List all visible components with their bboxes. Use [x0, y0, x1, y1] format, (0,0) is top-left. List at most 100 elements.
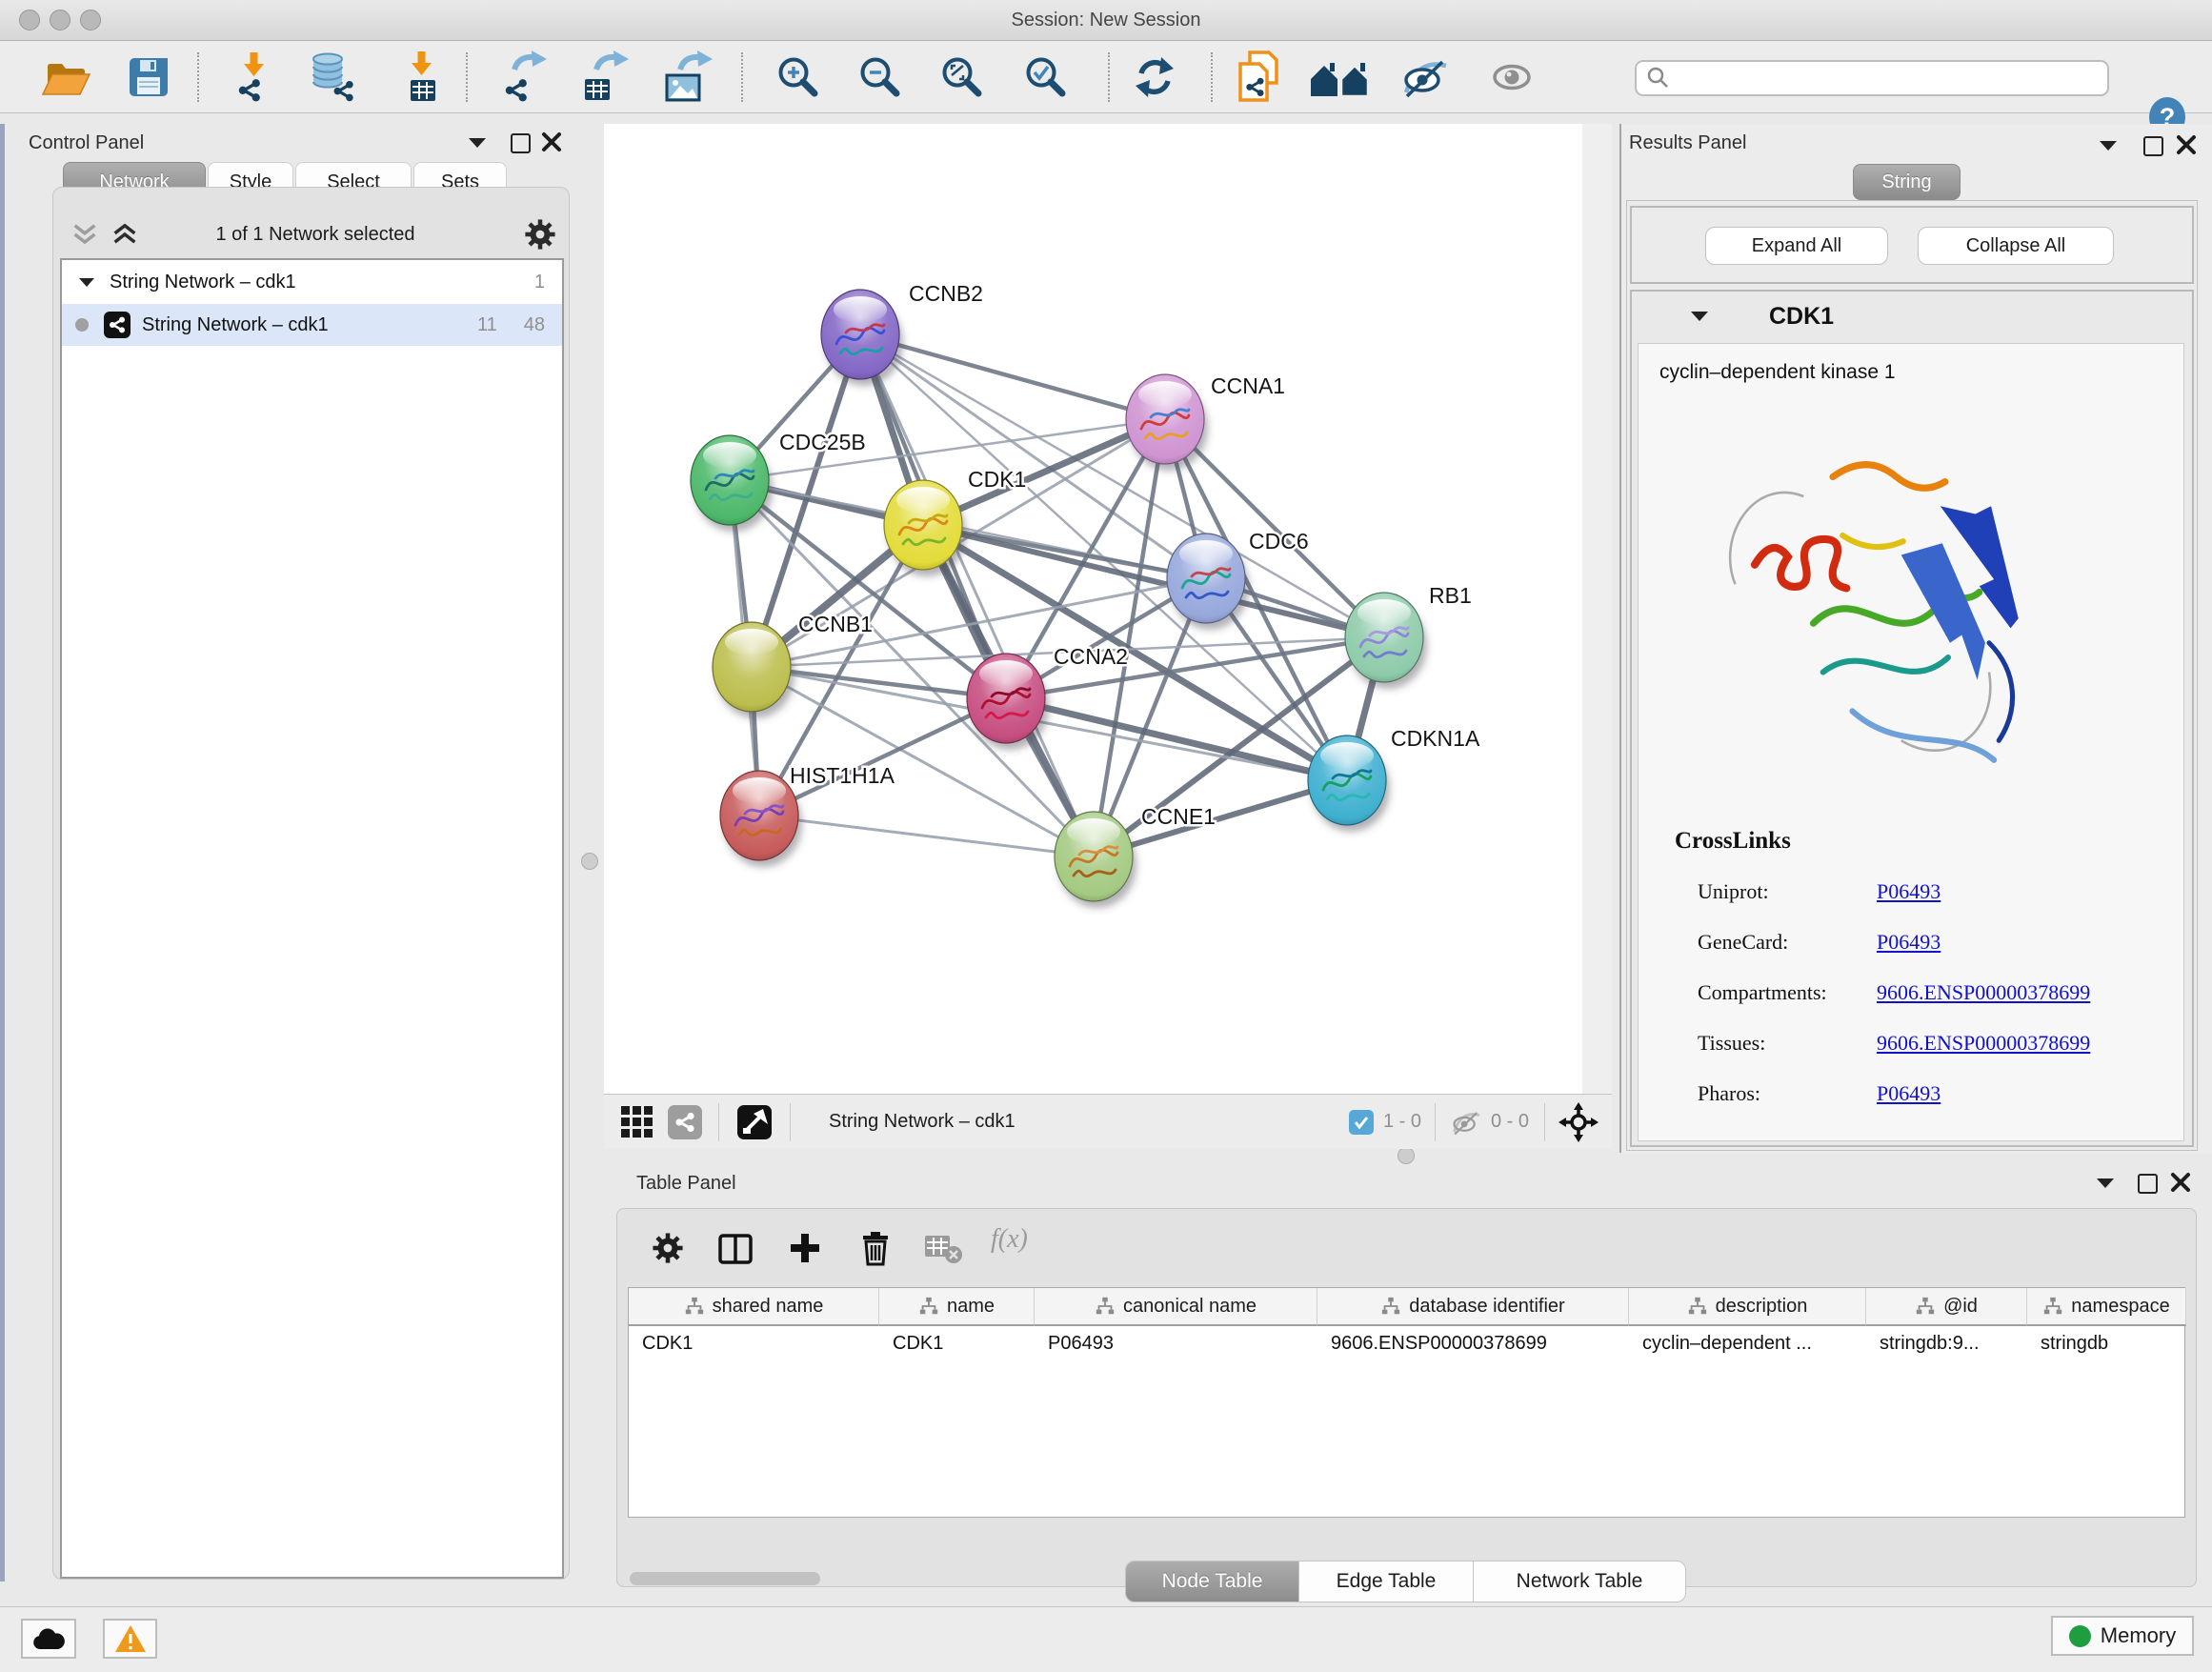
crosslink-link[interactable]: 9606.ENSP00000378699	[1877, 1031, 2090, 1056]
first-neighbors-button[interactable]	[1309, 50, 1376, 104]
gene-section-header[interactable]: CDK1	[1632, 292, 2192, 341]
network-edge[interactable]	[759, 698, 1006, 816]
show-all-button[interactable]	[1488, 50, 1536, 104]
panel-float-icon[interactable]	[2138, 1174, 2158, 1194]
panel-close-icon[interactable]	[2170, 1172, 2191, 1193]
birds-eye-view-icon[interactable]	[736, 1104, 773, 1140]
warnings-button[interactable]	[103, 1619, 157, 1659]
panel-menu-icon[interactable]	[469, 138, 486, 148]
network-graph[interactable]: CCNB2CCNA1CDC25BCDK1CDC6RB1CCNB1CCNA2CDK…	[604, 124, 1582, 1094]
network-options-gear-icon[interactable]	[524, 218, 556, 251]
network-edge[interactable]	[860, 334, 1094, 856]
network-node[interactable]: CCNE1	[1055, 804, 1216, 908]
network-row-selected[interactable]: String Network – cdk1 11 48	[62, 304, 562, 346]
expand-all-button[interactable]: Expand All	[1705, 227, 1888, 265]
tab-network-table[interactable]: Network Table	[1474, 1561, 1685, 1601]
network-collection-row[interactable]: String Network – cdk1 1	[62, 262, 562, 302]
refresh-button[interactable]	[1130, 50, 1179, 104]
zoom-in-button[interactable]	[774, 50, 821, 104]
zoom-selected-button[interactable]	[1021, 50, 1069, 104]
table-horizontal-scrollbar[interactable]	[630, 1572, 820, 1585]
network-node[interactable]: HIST1H1A	[720, 763, 895, 867]
crosslink-label: Tissues:	[1698, 1031, 1877, 1056]
table-cell[interactable]: 9606.ENSP00000378699	[1331, 1326, 1623, 1360]
show-columns-icon[interactable]	[718, 1234, 753, 1264]
hide-selected-button[interactable]	[1398, 50, 1452, 104]
export-image-button[interactable]	[659, 50, 713, 104]
network-node[interactable]: CDK1	[884, 467, 1026, 576]
expand-all-icon[interactable]	[111, 222, 139, 247]
network-node[interactable]: CCNB2	[821, 281, 983, 386]
network-node[interactable]: CCNB1	[713, 612, 873, 718]
tab-string[interactable]: String	[1853, 164, 1961, 200]
column-header[interactable]: database identifier	[1317, 1288, 1629, 1326]
table-cell[interactable]: stringdb:9...	[1880, 1326, 2021, 1360]
table-cell[interactable]: stringdb	[2041, 1326, 2181, 1360]
table-options-gear-icon[interactable]	[652, 1232, 684, 1264]
pan-crosshair-icon[interactable]	[1558, 1102, 1599, 1142]
delete-column-trash-icon[interactable]	[859, 1230, 892, 1266]
table-panel: Table Panel f(x) shared nameCDK1nameCDK1…	[604, 1158, 2212, 1606]
crosslink-link[interactable]: P06493	[1877, 930, 1941, 955]
cloud-status-button[interactable]	[21, 1619, 76, 1659]
grid-view-icon[interactable]	[619, 1104, 655, 1140]
crosslink-link[interactable]: P06493	[1877, 1081, 1941, 1106]
column-header[interactable]: name	[879, 1288, 1035, 1326]
node-count: 11	[477, 314, 497, 336]
open-session-button[interactable]	[40, 50, 91, 104]
panel-menu-icon[interactable]	[2100, 141, 2117, 151]
section-collapse-icon[interactable]	[1691, 312, 1708, 321]
column-type-icon	[918, 1296, 939, 1317]
table-cell[interactable]: CDK1	[642, 1326, 874, 1360]
crosslink-row: GeneCard:P06493	[1698, 917, 2155, 967]
table-cell[interactable]: P06493	[1048, 1326, 1312, 1360]
column-header[interactable]: @id	[1866, 1288, 2027, 1326]
panel-float-icon[interactable]	[511, 133, 531, 153]
column-header[interactable]: canonical name	[1035, 1288, 1317, 1326]
export-table-button[interactable]	[577, 50, 629, 104]
column-header[interactable]: description	[1629, 1288, 1866, 1326]
tab-edge-table[interactable]: Edge Table	[1299, 1561, 1474, 1601]
panel-close-icon[interactable]	[541, 131, 562, 152]
table-cell[interactable]: cyclin–dependent ...	[1642, 1326, 1860, 1360]
selected-checkbox-icon[interactable]	[1349, 1110, 1374, 1135]
minimize-window-button[interactable]	[50, 10, 70, 30]
panel-close-icon[interactable]	[2176, 134, 2197, 155]
import-network-database-button[interactable]	[307, 50, 360, 104]
import-table-file-button[interactable]	[398, 50, 448, 104]
tree-expand-icon[interactable]	[79, 278, 94, 287]
save-session-button[interactable]	[126, 50, 171, 104]
toolbar-separator	[1108, 52, 1110, 102]
import-table-icon	[398, 50, 448, 105]
search-input[interactable]	[1671, 67, 2084, 90]
network-canvas[interactable]: CCNB2CCNA1CDC25BCDK1CDC6RB1CCNB1CCNA2CDK…	[604, 124, 1582, 1094]
network-edge[interactable]	[759, 816, 1094, 856]
table-cell[interactable]: CDK1	[893, 1326, 1029, 1360]
panel-menu-icon[interactable]	[2097, 1178, 2114, 1188]
memory-button[interactable]: Memory	[2051, 1616, 2194, 1656]
zoom-window-button[interactable]	[80, 10, 101, 30]
collapse-all-button[interactable]: Collapse All	[1918, 227, 2114, 265]
left-splitter-handle[interactable]	[581, 853, 598, 870]
crosslink-link[interactable]: 9606.ENSP00000378699	[1877, 980, 2090, 1005]
export-network-button[interactable]	[497, 50, 549, 104]
tab-node-table[interactable]: Node Table	[1126, 1561, 1299, 1601]
duplicate-network-button[interactable]	[1235, 50, 1284, 104]
network-node[interactable]: CDKN1A	[1308, 726, 1480, 832]
column-header[interactable]: shared name	[629, 1288, 879, 1326]
column-header[interactable]: namespace	[2027, 1288, 2186, 1326]
create-column-plus-icon[interactable]	[789, 1232, 821, 1264]
search-box	[1635, 60, 2109, 96]
network-node[interactable]: CCNA1	[1126, 373, 1285, 471]
crosslink-link[interactable]: P06493	[1877, 879, 1941, 904]
panel-float-icon[interactable]	[2143, 136, 2163, 156]
import-network-file-button[interactable]	[229, 50, 278, 104]
network-badge-icon[interactable]	[667, 1104, 703, 1140]
network-node[interactable]: RB1	[1345, 583, 1472, 689]
zoom-out-button[interactable]	[855, 50, 903, 104]
zoom-fit-button[interactable]	[937, 50, 985, 104]
node-table[interactable]: shared nameCDK1nameCDK1canonical nameP06…	[628, 1287, 2185, 1518]
network-status-dot-icon	[75, 318, 89, 332]
close-window-button[interactable]	[19, 10, 40, 30]
collapse-all-icon[interactable]	[70, 222, 99, 247]
